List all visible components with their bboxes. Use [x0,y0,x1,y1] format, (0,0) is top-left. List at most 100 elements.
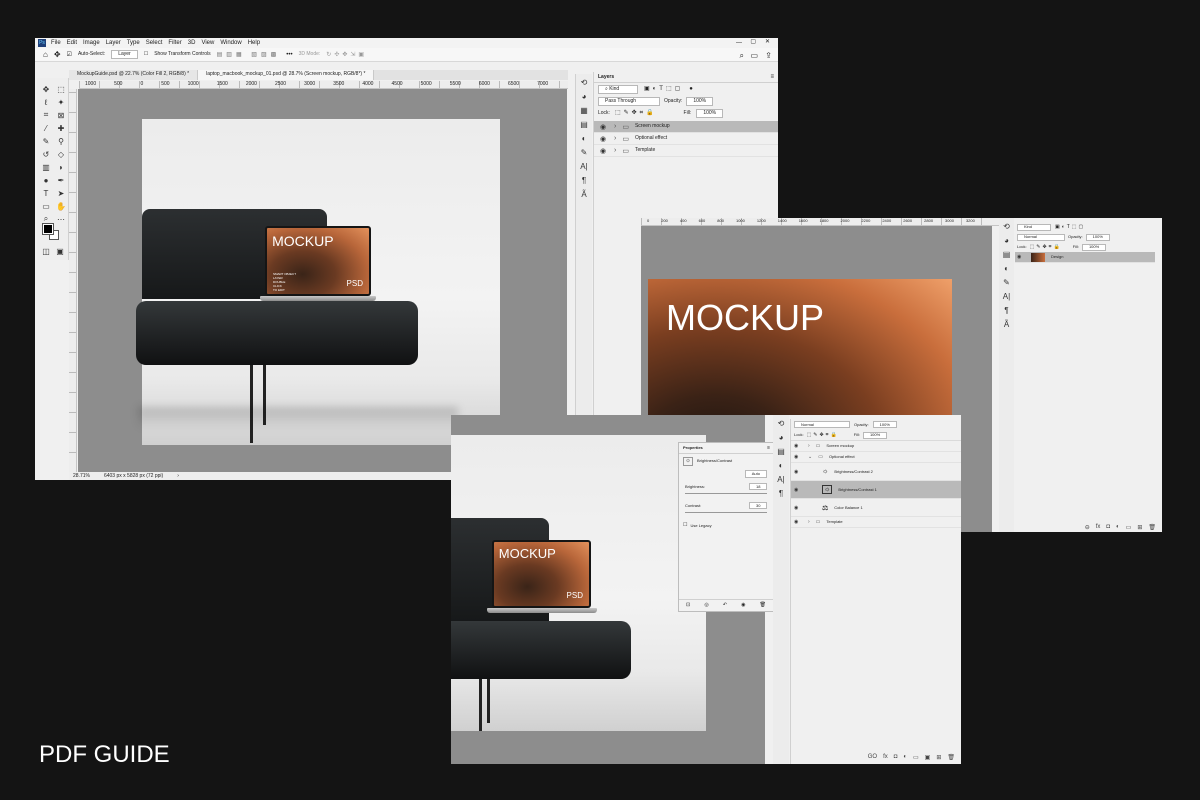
paragraph-icon[interactable]: ¶ [1004,306,1008,315]
swatches-icon[interactable]: ▦ [580,106,588,115]
chevron-right-icon[interactable]: › [614,147,616,154]
group-icon[interactable]: ▭ [1126,524,1132,531]
type-tool-icon[interactable]: T [41,188,51,198]
layer-row[interactable]: ◉ › ▭ Template [791,517,961,528]
pen-tool-icon[interactable]: ✒ [56,175,66,185]
clip-icon[interactable]: ⊡ [686,603,690,608]
visibility-icon[interactable]: ◉ [741,603,745,608]
history-icon[interactable]: ⟲ [1003,222,1010,231]
menu-3d[interactable]: 3D [188,40,196,46]
fx-icon[interactable]: fx [883,754,888,760]
eye-icon[interactable]: ◉ [600,123,608,131]
blend-mode-dropdown[interactable]: Pass Through [598,96,660,106]
zoom-level[interactable]: 28.71% [73,473,90,479]
menu-layer[interactable]: Layer [106,40,121,46]
fill-field[interactable]: 100% [696,108,724,118]
view-previous-icon[interactable]: ◎ [704,603,708,608]
adjustment-icon[interactable]: ◐ [1116,524,1120,530]
crop-tool-icon[interactable]: ⌗ [41,110,51,120]
layer-row[interactable]: ◉ › ▭ Screen mockup [594,121,778,133]
menu-filter[interactable]: Filter [168,40,181,46]
fill-field[interactable]: 100% [1081,243,1107,251]
tab-laptop-mockup[interactable]: laptop_macbook_mockup_01.psd @ 28.7% (Sc… [198,70,375,80]
eyedropper-icon[interactable]: ⁄ [41,123,51,133]
menu-image[interactable]: Image [83,40,100,46]
chevron-right-icon[interactable]: › [808,519,810,525]
paragraph-icon[interactable]: ¶ [582,176,586,185]
healing-brush-icon[interactable]: ✚ [56,123,66,133]
eye-icon[interactable]: ◉ [794,454,802,460]
layers-tab[interactable]: Layers [598,74,614,80]
align-icons[interactable]: ▤▥▦ ▧▨▩ [217,52,281,58]
styles-icon[interactable]: ✎ [581,148,588,157]
workspace-icon[interactable]: ▭ [750,52,758,60]
chevron-right-icon[interactable]: › [614,135,616,142]
fx-icon[interactable]: fx [1096,524,1101,530]
brightness-slider[interactable] [685,493,767,494]
blur-tool-icon[interactable]: ◗ [56,162,66,172]
history-icon[interactable]: ⟲ [581,78,588,87]
move-tool-icon[interactable]: ✥ [41,84,51,94]
blend-mode-dropdown[interactable]: Normal [1017,233,1065,241]
trash-icon[interactable]: 🗑 [947,754,955,761]
opacity-field[interactable]: 100% [1085,233,1110,241]
layer-row[interactable]: ◉ ☼ Brightness/Contrast 2 [791,463,961,481]
contrast-field[interactable]: 30 [749,502,767,509]
menu-type[interactable]: Type [127,40,140,46]
show-transform-checkbox[interactable]: ☐ [144,52,148,57]
home-icon[interactable]: ⌂ [43,50,48,59]
adjustments-icon[interactable]: ◐ [779,461,784,470]
menu-file[interactable]: File [51,40,61,46]
artboard-icon[interactable]: ▣ [925,754,931,761]
lock-icons[interactable]: ⬚✎✥⌗🔒 [615,110,657,116]
layer-row[interactable]: ◉ › ▭ Screen mockup [791,441,961,452]
eye-icon[interactable]: ◉ [794,519,802,525]
color-icon[interactable]: ◕ [582,92,587,101]
more-tools-icon[interactable]: ⋯ [56,214,66,224]
app-icon[interactable]: Ps [38,39,46,47]
minimize-icon[interactable]: — [736,40,742,46]
kind-filter[interactable]: ⌕ Kind [598,84,638,94]
layer-row[interactable]: ◉ › ▭ Optional effect [594,133,778,145]
layer-row[interactable]: ◉ ☼ Brightness/Contrast 1 [791,481,961,499]
opacity-field[interactable]: 100% [872,421,897,428]
layer-row[interactable]: ◉ › ▭ Template [594,145,778,157]
eye-icon[interactable]: ◉ [600,147,608,155]
adjustments-icon[interactable]: ◐ [582,134,587,143]
foreground-color-swatch[interactable] [42,223,54,235]
filter-icons[interactable]: ▣◐T⬚▢ [644,86,683,92]
group-icon[interactable]: ▭ [913,754,919,761]
share-icon[interactable]: ⇪ [765,52,772,60]
glyphs-icon[interactable]: Ã [1004,320,1009,329]
color-icon[interactable]: ◕ [779,433,784,442]
hand-tool-icon[interactable]: ✋ [56,201,66,211]
marquee-tool-icon[interactable]: ⬚ [56,84,66,94]
layer-row[interactable]: ◉ Design [1015,252,1155,263]
libraries-icon[interactable]: ▤ [580,120,588,129]
eye-icon[interactable]: ◉ [1017,254,1025,260]
legacy-checkbox[interactable]: ☐ [683,523,687,528]
properties-tab[interactable]: Properties [683,446,703,450]
eye-icon[interactable]: ◉ [794,487,802,493]
screen-mode-icon[interactable]: ▣ [55,246,65,256]
adjustment-icon[interactable]: ◐ [903,754,907,760]
3d-mode-icons[interactable]: ↻✣✥⇲▣ [326,52,367,58]
eye-icon[interactable]: ◉ [794,443,802,449]
trash-icon[interactable]: 🗑 [760,603,766,608]
history-icon[interactable]: ⟲ [778,419,785,428]
adjustments-icon[interactable]: ◐ [1004,264,1009,273]
trash-icon[interactable]: 🗑 [1148,524,1156,531]
styles-icon[interactable]: ✎ [1003,278,1010,287]
laptop-screen[interactable]: MOCKUP PSD [492,540,591,608]
filter-icons[interactable]: ▣◐T⬚▢ [1055,224,1085,230]
brush-tool-icon[interactable]: ✎ [41,136,51,146]
zoom-tool-icon[interactable]: ⌕ [41,214,51,224]
layer-dropdown[interactable]: Layer [111,50,138,59]
status-arrow[interactable]: › [177,473,179,479]
glyphs-icon[interactable]: Ã [581,190,586,199]
lock-icons[interactable]: ⬚✎✥⌗🔒 [1030,244,1062,250]
quick-mask-icon[interactable]: ◫ [41,246,51,256]
lock-icons[interactable]: ⬚✎✥⌗🔒 [807,432,839,438]
link-icon[interactable]: GO [868,754,877,760]
libraries-icon[interactable]: ▤ [1003,250,1011,259]
